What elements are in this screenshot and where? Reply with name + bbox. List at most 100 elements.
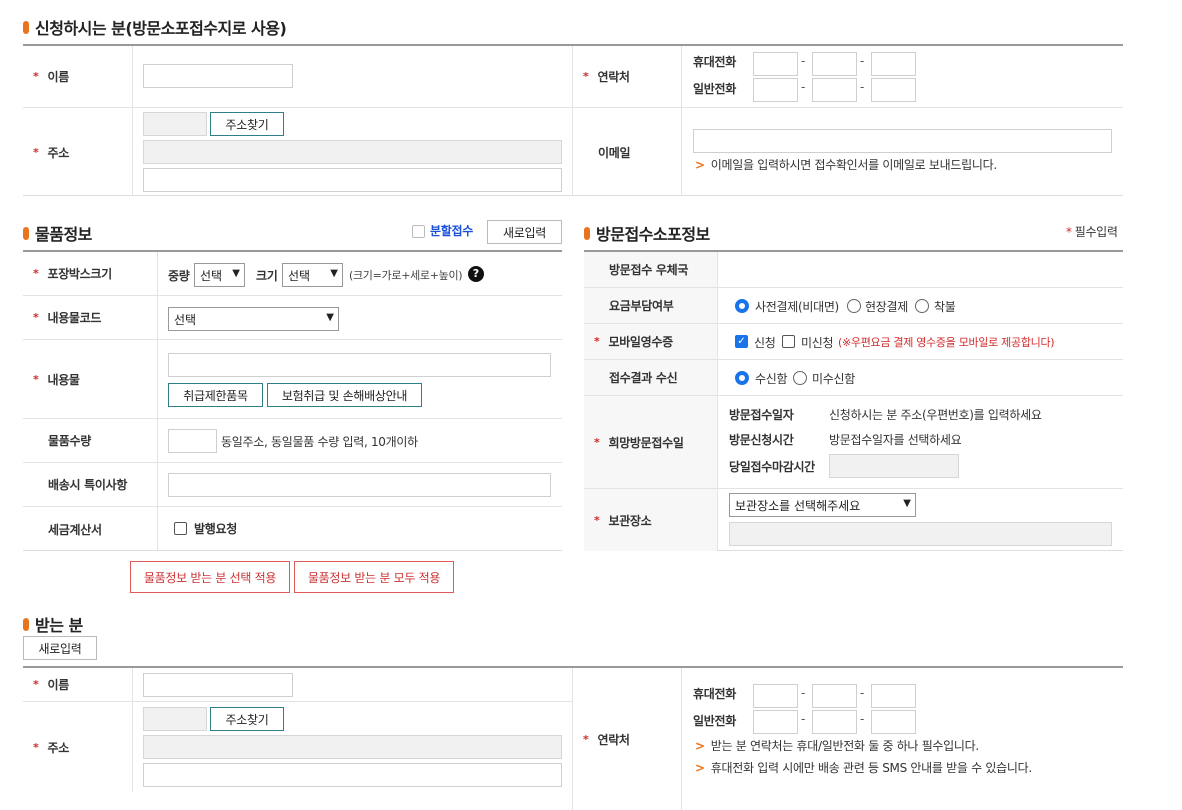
office-label: 방문접수 우체국 xyxy=(584,252,718,287)
address-input[interactable] xyxy=(143,140,562,164)
receipt-note: (※우편요금 결제 영수증을 모바일로 제공합니다) xyxy=(838,336,1055,349)
address-search-button[interactable]: 주소찾기 xyxy=(210,112,284,136)
visit-time-value: 방문접수일자를 선택하세요 xyxy=(829,433,962,447)
help-icon[interactable]: ? xyxy=(468,266,484,282)
receiver-address-search-button[interactable]: 주소찾기 xyxy=(210,707,284,731)
visit-row-fee: 요금부담여부 사전결제(비대면) 현장결제 착불 xyxy=(584,288,1123,324)
split-label: 분할접수 xyxy=(430,224,473,238)
mobile-input-2[interactable] xyxy=(812,52,857,76)
size-select[interactable]: 선택 ▼ xyxy=(282,263,343,287)
storage-select[interactable]: 보관장소를 선택해주세요 ▼ xyxy=(729,493,916,517)
item-row-content: * 내용물 취급제한품목 보험취급 및 손해배상안내 xyxy=(23,340,562,419)
insurance-info-button[interactable]: 보험취급 및 손해배상안내 xyxy=(267,383,422,407)
receiver-mobile-input-3[interactable] xyxy=(871,684,916,708)
box-label: * 포장박스크기 xyxy=(23,252,158,295)
receiver-address-label: * 주소 xyxy=(23,702,133,792)
mobile-label: 휴대전화 xyxy=(693,55,736,69)
note-label: 배송시 특이사항 xyxy=(23,463,158,506)
section-bullet-icon xyxy=(23,617,29,631)
content-input[interactable] xyxy=(168,353,551,377)
fee-prepaid-radio[interactable] xyxy=(735,299,749,313)
visit-table: 방문접수 우체국 요금부담여부 사전결제(비대면) 현장결제 착불 * 모바일영수… xyxy=(584,250,1123,551)
required-note: * 필수입력 xyxy=(1066,225,1118,239)
chevron-down-icon: ▼ xyxy=(326,312,334,323)
weight-select[interactable]: 선택 ▼ xyxy=(194,263,245,287)
split-checkbox[interactable] xyxy=(412,225,425,238)
deadline-field xyxy=(829,454,959,478)
name-label: * 이름 xyxy=(23,46,133,107)
email-hint: > 이메일을 입력하시면 접수확인서를 이메일로 보내드립니다. xyxy=(695,158,997,172)
restricted-items-button[interactable]: 취급제한품목 xyxy=(168,383,263,407)
visit-row-result: 접수결과 수신 수신함 미수신함 xyxy=(584,360,1123,396)
visit-row-receipt: * 모바일영수증 ✓ 신청 미신청 (※우편요금 결제 영수증을 모바일로 제공합… xyxy=(584,324,1123,360)
receiver-contact-label: * 연락처 xyxy=(572,668,682,810)
email-label: 이메일 xyxy=(572,108,682,196)
apply-selected-button[interactable]: 물품정보 받는 분 선택 적용 xyxy=(130,561,290,593)
visit-section-title: 방문접수소포정보 xyxy=(584,221,710,245)
receiver-section-title: 받는 분 xyxy=(23,612,83,636)
note-input[interactable] xyxy=(168,473,551,497)
address-detail-input[interactable] xyxy=(143,168,562,192)
item-section-title: 물품정보 xyxy=(23,221,92,245)
mobile-input-1[interactable] xyxy=(753,52,798,76)
qty-input[interactable] xyxy=(168,429,217,453)
mobile-input-3[interactable] xyxy=(871,52,916,76)
zipcode-input[interactable] xyxy=(143,112,207,136)
result-noreceive-radio[interactable] xyxy=(793,371,807,385)
receipt-label: * 모바일영수증 xyxy=(584,324,718,359)
receiver-row-name: * 이름 xyxy=(23,668,572,702)
phone-label: 일반전화 xyxy=(693,82,736,96)
receipt-decline-checkbox[interactable] xyxy=(782,335,795,348)
apply-all-button[interactable]: 물품정보 받는 분 모두 적용 xyxy=(294,561,454,593)
tax-checkbox[interactable] xyxy=(174,522,187,535)
name-input[interactable] xyxy=(143,64,293,88)
chevron-down-icon: ▼ xyxy=(903,498,911,509)
address-label: * 주소 xyxy=(23,108,133,196)
section-bullet-icon xyxy=(23,226,29,240)
phone-input-3[interactable] xyxy=(871,78,916,102)
email-input[interactable] xyxy=(693,129,1112,153)
receiver-address-detail-input[interactable] xyxy=(143,763,562,787)
item-row-box: * 포장박스크기 중량 선택 ▼ 크기 선택 ▼ (크기=가로+세로+높이) ? xyxy=(23,252,562,296)
code-select[interactable]: 선택 ▼ xyxy=(168,307,339,331)
visit-date-value: 신청하시는 분 주소(우편번호)를 입력하세요 xyxy=(829,408,1042,422)
item-row-note: 배송시 특이사항 xyxy=(23,463,562,507)
contact-label: * 연락처 xyxy=(572,46,682,107)
tax-label: 세금계산서 xyxy=(23,507,158,551)
code-label: * 내용물코드 xyxy=(23,296,158,339)
receiver-mobile-input-2[interactable] xyxy=(812,684,857,708)
item-new-button[interactable]: 새로입력 xyxy=(487,220,562,244)
receiver-name-input[interactable] xyxy=(143,673,293,697)
receiver-table: * 연락처 * 이름 * 주소 주소찾기 휴대전화 - - 일반전화 - - > 받는 … xyxy=(23,666,1123,810)
section-bullet-icon xyxy=(584,226,590,240)
item-row-qty: 물품수량 동일주소, 동일물품 수량 입력, 10개이하 xyxy=(23,419,562,463)
applicant-table: * 이름 * 연락처 휴대전화 - - 일반전화 - - * 주소 주소찾기 이메일 … xyxy=(23,44,1123,196)
phone-input-2[interactable] xyxy=(812,78,857,102)
applicant-row-name: * 이름 * 연락처 휴대전화 - - 일반전화 - - xyxy=(23,46,1123,108)
receiver-phone-input-3[interactable] xyxy=(871,710,916,734)
storage-label: * 보관장소 xyxy=(584,489,718,551)
fee-onsite-radio[interactable] xyxy=(847,299,861,313)
receiver-zipcode-input[interactable] xyxy=(143,707,207,731)
section-bullet-icon xyxy=(23,20,29,34)
qty-hint: 동일주소, 동일물품 수량 입력, 10개이하 xyxy=(221,435,418,449)
receiver-new-button[interactable]: 새로입력 xyxy=(23,636,97,660)
content-label: * 내용물 xyxy=(23,340,158,418)
receiver-mobile-input-1[interactable] xyxy=(753,684,798,708)
fee-cod-radio[interactable] xyxy=(915,299,929,313)
chevron-down-icon: ▼ xyxy=(232,268,240,279)
result-receive-radio[interactable] xyxy=(735,371,749,385)
receiver-address-input[interactable] xyxy=(143,735,562,759)
receiver-name-label: * 이름 xyxy=(23,668,133,701)
phone-input-1[interactable] xyxy=(753,78,798,102)
storage-detail-input[interactable] xyxy=(729,522,1112,546)
item-table: * 포장박스크기 중량 선택 ▼ 크기 선택 ▼ (크기=가로+세로+높이) ? * 내… xyxy=(23,250,562,551)
applicant-row-address: * 주소 주소찾기 이메일 > 이메일을 입력하시면 접수확인서를 이메일로 보내드… xyxy=(23,108,1123,196)
receiver-phone-input-2[interactable] xyxy=(812,710,857,734)
qty-label: 물품수량 xyxy=(23,419,158,462)
chevron-down-icon: ▼ xyxy=(330,268,338,279)
receipt-apply-checkbox[interactable]: ✓ xyxy=(735,335,748,348)
receiver-phone-input-1[interactable] xyxy=(753,710,798,734)
receiver-hint-1: > 받는 분 연락처는 휴대/일반전화 둘 중 하나 필수입니다. xyxy=(695,739,979,753)
visit-row-date: * 희망방문접수일 방문접수일자 신청하시는 분 주소(우편번호)를 입력하세요 … xyxy=(584,396,1123,489)
